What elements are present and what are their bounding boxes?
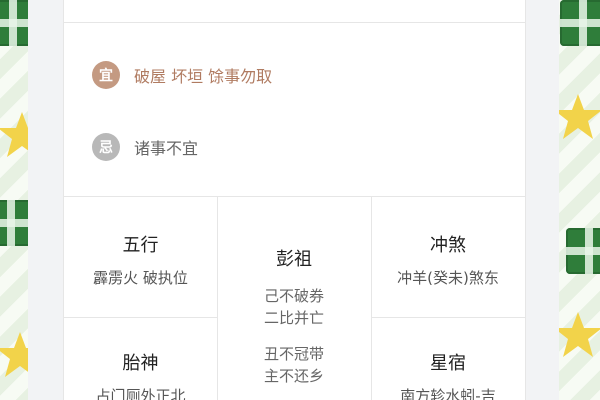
ji-text: 诸事不宜 <box>134 139 199 158</box>
ji-badge: 忌 <box>92 133 120 161</box>
yi-text: 破屋 坏垣 馀事勿取 <box>134 67 273 86</box>
pengzu-text-block-1: 己不破券 二比并亡 <box>217 285 371 329</box>
taishen-value: 占门厕外正北 <box>95 387 186 400</box>
right-gutter <box>524 0 559 400</box>
pengzu-line-3: 丑不冠带 <box>263 345 324 363</box>
grid-divider <box>371 317 525 318</box>
xingxiu-value: 南方轸水蚓-吉 <box>400 387 496 400</box>
chongsha-value: 冲羊(癸未)煞东 <box>397 269 499 287</box>
top-bar <box>64 0 525 23</box>
taishen-cell: 胎神 占门厕外正北 <box>64 349 217 400</box>
pengzu-line-1: 己不破券 <box>263 287 324 305</box>
chongsha-cell: 冲煞 冲羊(癸未)煞东 <box>371 231 525 288</box>
almanac-card: 宜 破屋 坏垣 馀事勿取 忌 诸事不宜 五行 霹雳火 破执位 彭祖 己不破券 二… <box>63 0 526 400</box>
yi-row: 宜 破屋 坏垣 馀事勿取 <box>92 58 505 92</box>
pengzu-text-block-2: 丑不冠带 主不还乡 <box>217 343 371 387</box>
almanac-grid: 五行 霹雳火 破执位 彭祖 己不破券 二比并亡 丑不冠带 主不还乡 冲煞 冲羊(… <box>64 196 525 400</box>
wuxing-value: 霹雳火 破执位 <box>93 269 188 287</box>
star-icon <box>554 94 600 139</box>
wuxing-cell: 五行 霹雳火 破执位 <box>64 231 217 288</box>
xingxiu-title: 星宿 <box>430 353 466 374</box>
wuxing-title: 五行 <box>122 235 159 256</box>
gift-icon <box>560 0 600 46</box>
grid-divider <box>64 317 217 318</box>
pengzu-title: 彭祖 <box>276 249 312 270</box>
gift-icon <box>566 228 600 274</box>
xingxiu-cell: 星宿 南方轸水蚓-吉 <box>371 349 525 400</box>
yi-badge: 宜 <box>92 61 120 89</box>
pengzu-line-2: 二比并亡 <box>263 309 324 327</box>
star-icon <box>554 312 600 357</box>
taishen-title: 胎神 <box>122 353 159 374</box>
pengzu-cell: 彭祖 己不破券 二比并亡 丑不冠带 主不还乡 <box>217 245 371 387</box>
pengzu-line-4: 主不还乡 <box>263 367 324 385</box>
left-gutter <box>28 0 63 400</box>
chongsha-title: 冲煞 <box>430 235 466 256</box>
ji-row: 忌 诸事不宜 <box>92 130 505 164</box>
